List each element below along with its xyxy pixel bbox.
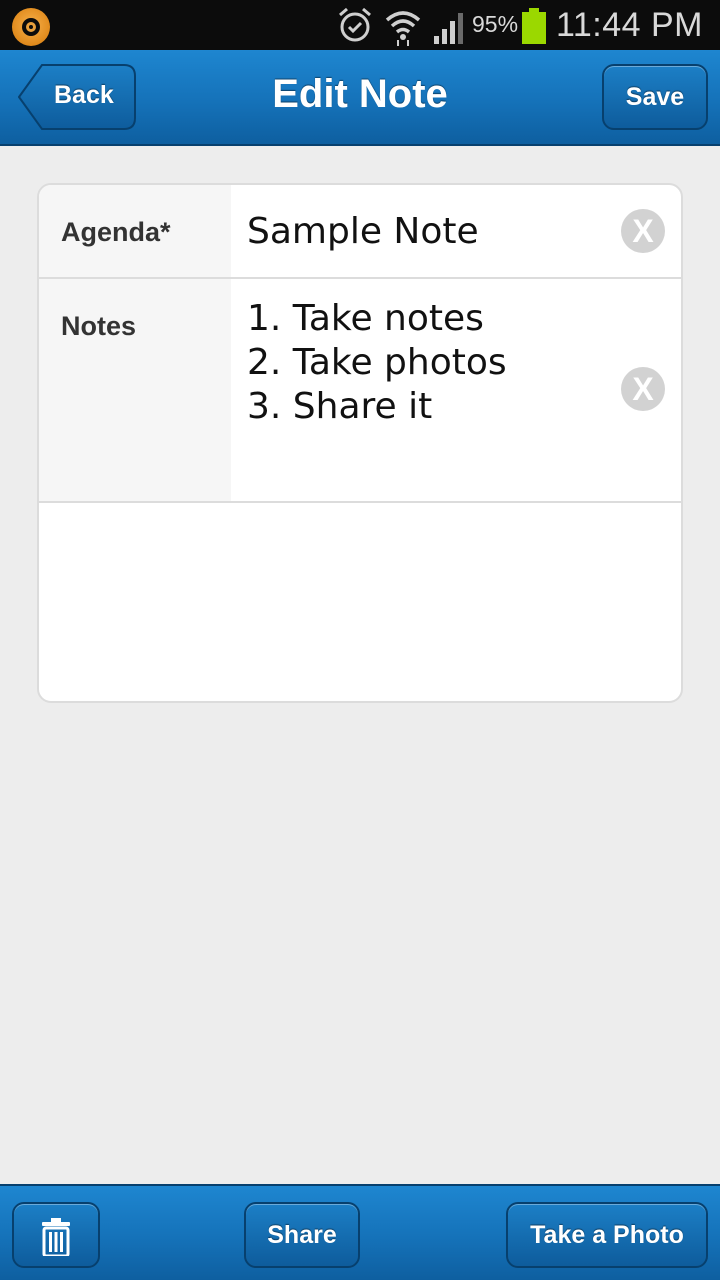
clear-agenda-button[interactable]: X [621,209,665,253]
notes-line: 2. Take photos [247,342,507,383]
take-photo-button[interactable]: Take a Photo [506,1202,708,1268]
notes-row: Notes 1. Take notes 2. Take photos 3. Sh… [39,279,681,503]
agenda-row: Agenda* Sample Note X [39,185,681,279]
app-notification-icon [12,8,50,46]
delete-button[interactable] [12,1202,100,1268]
notes-label: Notes [61,311,137,341]
notes-textarea[interactable]: 1. Take notes 2. Take photos 3. Share it [247,297,507,429]
status-bar: 95% 11:44 PM [0,0,720,50]
bottom-toolbar: Share Take a Photo [0,1184,720,1280]
agenda-input[interactable]: Sample Note [247,211,479,252]
alarm-icon [339,7,371,42]
agenda-label: Agenda* [61,217,171,247]
trash-icon [42,1218,70,1256]
signal-icon [434,13,463,44]
status-time: 11:44 PM [556,6,704,44]
save-button[interactable]: Save [602,64,708,130]
notes-line: 3. Share it [247,386,433,427]
battery-icon [522,8,546,44]
header-bar: Back Edit Note Save [0,50,720,146]
notes-line: 1. Take notes [247,298,484,339]
battery-percent: 95% [472,11,519,37]
wifi-icon [385,11,421,46]
clear-notes-button[interactable]: X [621,367,665,411]
share-button[interactable]: Share [244,1202,360,1268]
note-form: Agenda* Sample Note X Notes 1. Take note… [37,183,683,703]
